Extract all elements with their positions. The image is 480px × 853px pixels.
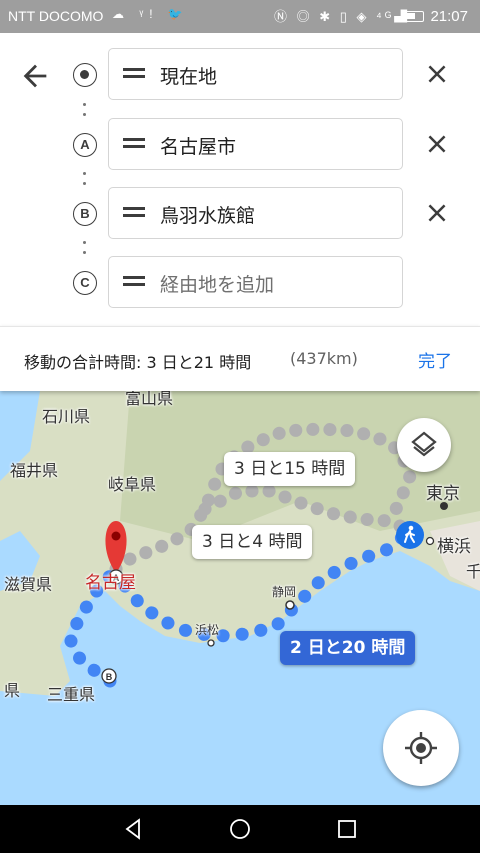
total-distance: (437km) xyxy=(290,349,358,368)
shizuoka-dot xyxy=(285,600,295,610)
done-button[interactable]: 完了 xyxy=(418,347,452,372)
map-label-gifu: 岐阜県 xyxy=(108,475,157,494)
drag-handle-icon[interactable] xyxy=(123,276,145,286)
map-label-shiga: 滋賀県 xyxy=(4,575,53,594)
origin-marker-icon xyxy=(73,63,97,87)
origin-field[interactable]: 現在地 xyxy=(108,48,403,100)
yokohama-dot xyxy=(425,536,435,546)
drag-handle-icon[interactable] xyxy=(123,68,145,78)
add-stop-placeholder: 経由地を追加 xyxy=(160,274,275,296)
drag-handle-icon[interactable] xyxy=(123,138,145,148)
route-connector-dots xyxy=(83,241,87,255)
crosshair-icon xyxy=(405,732,437,764)
route-connector-dots xyxy=(83,172,87,186)
map-label-hamamatsu: 浜松 xyxy=(195,623,220,637)
remove-stop-a-icon[interactable] xyxy=(424,131,450,157)
route-time-north[interactable]: 3 日と15 時間 xyxy=(224,452,356,486)
nav-home-icon[interactable] xyxy=(228,817,252,841)
hamamatsu-dot xyxy=(207,639,215,647)
back-arrow-icon[interactable] xyxy=(18,59,52,93)
map-label-toyama: 富山県 xyxy=(125,391,174,408)
remove-stop-b-icon[interactable] xyxy=(424,200,450,226)
remove-origin-icon[interactable] xyxy=(424,61,450,87)
map-label-shizuoka: 静岡 xyxy=(272,585,297,599)
stop-b-marker: B xyxy=(73,202,97,226)
status-clock: 21:07 xyxy=(402,8,468,25)
map-label-tokyo: 東京 xyxy=(426,484,460,504)
route-panel: 現在地 A 名古屋市 B 鳥羽水族館 C 経由地を追加 移動の合計時間: 3 日… xyxy=(0,33,480,391)
map-label-nagoya: 名古屋 xyxy=(85,573,136,593)
stop-a-marker: A xyxy=(73,133,97,157)
my-location-button[interactable] xyxy=(383,710,459,786)
clock-time: 21:07 xyxy=(430,8,468,25)
nav-back-icon[interactable] xyxy=(122,817,146,841)
stop-a-text: 名古屋市 xyxy=(160,136,237,158)
system-status-icons: Ⓝ ◎ ✱ ▯ ◈ ⁴ᴳ▟ xyxy=(274,9,411,24)
walking-person-icon xyxy=(396,521,424,549)
drag-handle-icon[interactable] xyxy=(123,207,145,217)
map-label-mie: 三重県 xyxy=(47,685,96,704)
battery-icon xyxy=(402,11,425,22)
map-label-ishikawa: 石川県 xyxy=(42,407,91,426)
destination-pin-center xyxy=(111,531,121,541)
stop-b-text: 鳥羽水族館 xyxy=(160,205,256,227)
map-layers-button[interactable] xyxy=(397,418,451,472)
layers-icon xyxy=(411,431,437,457)
nav-recents-icon[interactable] xyxy=(335,817,359,841)
map-view[interactable]: A B 富山県 石川県 福井県 岐阜県 滋賀県 名古屋 三重県 県 東京 横浜 … xyxy=(0,391,480,805)
map-label-fukui: 福井県 xyxy=(10,461,59,480)
stop-b-field[interactable]: 鳥羽水族館 xyxy=(108,187,403,239)
trip-summary-bar: 移動の合計時間: 3 日と21 時間 (437km) 完了 xyxy=(0,326,480,391)
stop-c-marker: C xyxy=(73,271,97,295)
map-label-chiba: 千 xyxy=(466,562,480,581)
notification-icons: ☁ ᵞ! 🐦 xyxy=(112,7,189,21)
system-nav-bar xyxy=(0,805,480,853)
map-label-mie-left: 県 xyxy=(4,681,21,700)
map-label-yokohama: 横浜 xyxy=(437,537,471,557)
status-bar: NTT DOCOMO ☁ ᵞ! 🐦 Ⓝ ◎ ✱ ▯ ◈ ⁴ᴳ▟ 21:07 xyxy=(0,0,480,33)
route-time-middle[interactable]: 3 日と4 時間 xyxy=(192,525,313,559)
carrier-name: NTT DOCOMO xyxy=(8,8,104,24)
add-stop-field[interactable]: 経由地を追加 xyxy=(108,256,403,308)
stop-a-field[interactable]: 名古屋市 xyxy=(108,118,403,170)
route-time-selected[interactable]: 2 日と20 時間 xyxy=(280,631,416,665)
total-travel-time: 移動の合計時間: 3 日と21 時間 xyxy=(24,353,252,372)
stop-b-map-letter: B xyxy=(106,672,113,682)
route-connector-dots xyxy=(83,103,87,117)
origin-text: 現在地 xyxy=(160,66,218,88)
